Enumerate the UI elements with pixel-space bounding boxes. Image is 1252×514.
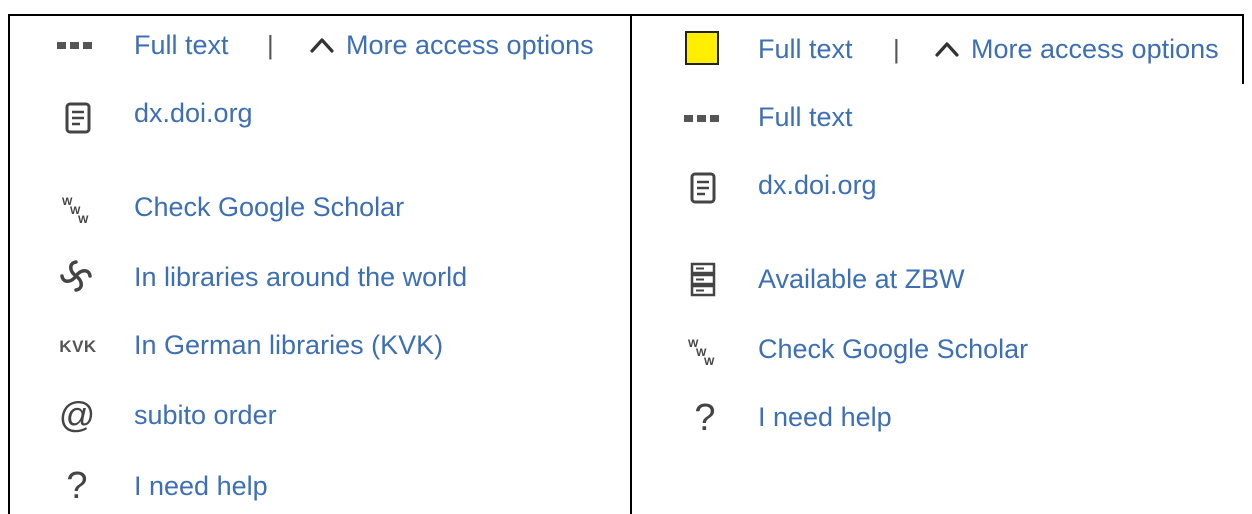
question-icon: ? bbox=[66, 464, 88, 507]
www-icon: W W W bbox=[57, 190, 97, 230]
help-link[interactable]: I need help bbox=[758, 397, 892, 437]
dx-doi-link[interactable]: dx.doi.org bbox=[758, 165, 877, 205]
server-icon bbox=[683, 260, 723, 300]
document-icon bbox=[58, 98, 98, 138]
chevron-up-icon[interactable] bbox=[302, 25, 342, 65]
libraries-world-link[interactable]: In libraries around the world bbox=[134, 257, 467, 297]
header-separator: | bbox=[267, 30, 274, 60]
more-access-options-link[interactable]: More access options bbox=[971, 29, 1219, 69]
at-icon: @ bbox=[58, 394, 96, 435]
highlight-box-icon bbox=[682, 28, 722, 68]
dx-doi-link[interactable]: dx.doi.org bbox=[134, 93, 253, 133]
svg-text:W: W bbox=[78, 214, 89, 226]
dots-icon bbox=[682, 98, 722, 138]
full-text-link[interactable]: Full text bbox=[134, 25, 229, 65]
left-panel: Full text | More access options dx.doi.o… bbox=[10, 0, 630, 514]
www-icon: W W W bbox=[683, 332, 723, 372]
worldcat-swirl-icon bbox=[56, 256, 96, 296]
full-text-link[interactable]: Full text bbox=[758, 29, 853, 69]
help-link[interactable]: I need help bbox=[134, 466, 268, 506]
kvk-icon: KVK bbox=[59, 337, 97, 356]
svg-text:W: W bbox=[704, 356, 715, 368]
more-access-options-link[interactable]: More access options bbox=[346, 25, 594, 65]
question-icon: ? bbox=[694, 396, 716, 439]
subito-order-link[interactable]: subito order bbox=[134, 395, 277, 435]
full-text-item-link[interactable]: Full text bbox=[758, 97, 853, 137]
google-scholar-link[interactable]: Check Google Scholar bbox=[134, 187, 404, 227]
frame-right-border bbox=[1242, 14, 1244, 84]
document-icon bbox=[683, 168, 723, 208]
chevron-up-icon[interactable] bbox=[927, 29, 967, 69]
zbw-link[interactable]: Available at ZBW bbox=[758, 259, 965, 299]
right-panel: Full text | More access options Full tex… bbox=[632, 0, 1242, 514]
kvk-link[interactable]: In German libraries (KVK) bbox=[134, 325, 443, 365]
google-scholar-link[interactable]: Check Google Scholar bbox=[758, 329, 1028, 369]
dots-icon bbox=[55, 25, 95, 65]
header-separator: | bbox=[893, 34, 900, 64]
